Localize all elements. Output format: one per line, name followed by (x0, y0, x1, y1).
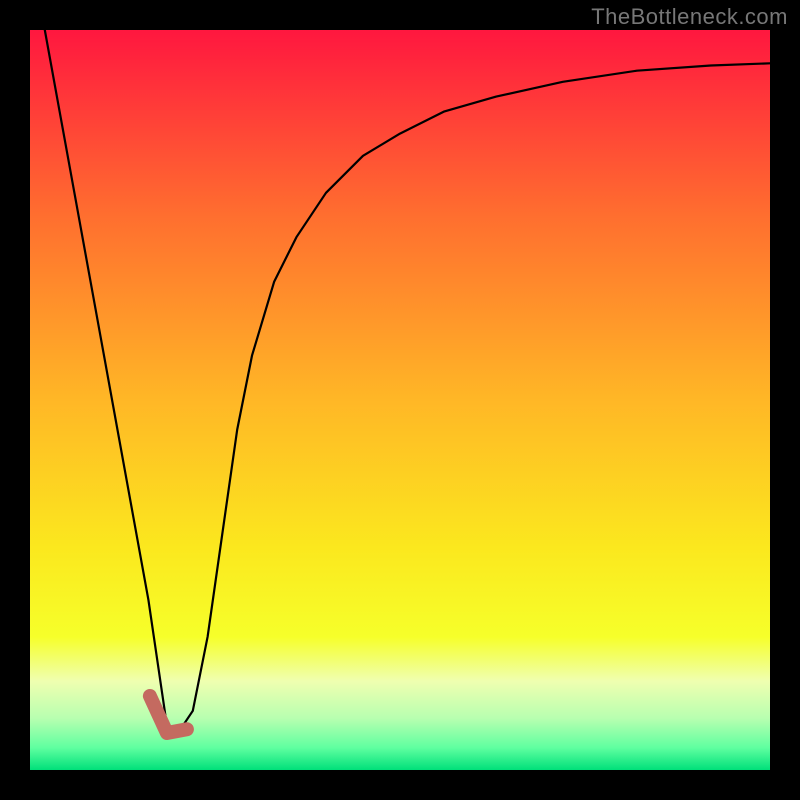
plot-background (30, 30, 770, 770)
chart-frame: TheBottleneck.com (0, 0, 800, 800)
chart-svg (0, 0, 800, 800)
